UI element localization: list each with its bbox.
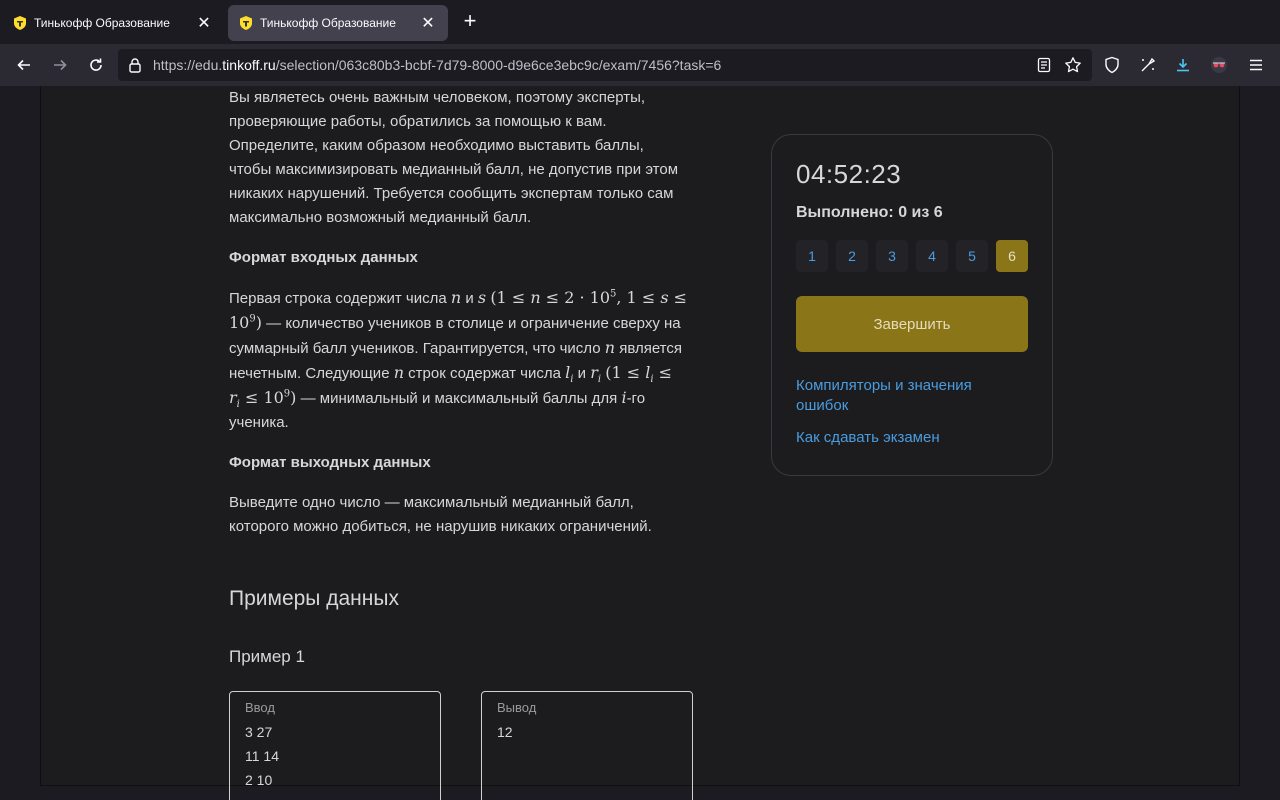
text-line: никаких нарушений. Требуется сообщить эк… bbox=[229, 185, 674, 202]
output-label: Вывод bbox=[497, 700, 537, 715]
page-viewport: Вы являетесь очень важным человеком, поэ… bbox=[0, 86, 1280, 800]
tab-title: Тинькофф Образование bbox=[34, 16, 170, 30]
text-line: Выведите одно число — максимальный медиа… bbox=[229, 494, 634, 511]
input-label: Ввод bbox=[245, 700, 275, 715]
text-line: которого можно добиться, не нарушив ника… bbox=[229, 518, 652, 535]
lock-icon[interactable] bbox=[128, 57, 142, 78]
example-io: Ввод 3 27 11 14 2 10 Вывод 12 bbox=[229, 691, 699, 800]
output-format-heading: Формат выходных данных bbox=[229, 454, 431, 471]
examples-section-title: Примеры данных bbox=[229, 587, 399, 610]
extension-brush-icon[interactable] bbox=[1135, 52, 1161, 78]
forward-icon[interactable] bbox=[47, 52, 73, 78]
task-button-2[interactable]: 2 bbox=[836, 240, 868, 272]
close-icon[interactable]: ✕ bbox=[418, 13, 438, 33]
example-input-box[interactable]: Ввод 3 27 11 14 2 10 bbox=[229, 691, 441, 800]
tinkoff-logo-icon bbox=[12, 15, 28, 31]
timer: 04:52:23 bbox=[796, 159, 902, 189]
input-line: 11 14 bbox=[245, 748, 279, 764]
reload-icon[interactable] bbox=[83, 52, 109, 78]
task-button-3[interactable]: 3 bbox=[876, 240, 908, 272]
exam-content: Вы являетесь очень важным человеком, поэ… bbox=[40, 86, 1240, 800]
menu-icon[interactable] bbox=[1243, 52, 1269, 78]
tab-title: Тинькофф Образование bbox=[260, 16, 396, 30]
input-line: 3 27 bbox=[245, 724, 273, 740]
tinkoff-logo-icon bbox=[238, 15, 254, 31]
finish-button[interactable]: Завершить bbox=[796, 296, 1028, 352]
example-output-box[interactable]: Вывод 12 bbox=[481, 691, 693, 800]
progress-text: Выполнено: 0 из 6 bbox=[796, 204, 943, 221]
browser-tab-active[interactable]: Тинькофф Образование ✕ bbox=[228, 5, 448, 41]
account-avatar-icon[interactable] bbox=[1206, 52, 1232, 78]
output-line: 12 bbox=[497, 724, 513, 740]
nav-bar: https://edu.tinkoff.ru/selection/063c80b… bbox=[0, 44, 1280, 86]
input-line: 2 10 bbox=[245, 772, 273, 788]
task-button-5[interactable]: 5 bbox=[956, 240, 988, 272]
text-line: Вы являетесь очень важным человеком, поэ… bbox=[229, 89, 646, 106]
text-line: проверяющие работы, обратились за помощь… bbox=[229, 113, 607, 130]
download-icon[interactable] bbox=[1170, 52, 1196, 78]
input-format-heading: Формат входных данных bbox=[229, 249, 418, 266]
example-title: Пример 1 bbox=[229, 647, 305, 666]
task-button-1[interactable]: 1 bbox=[796, 240, 828, 272]
task-button-6[interactable]: 6 bbox=[996, 240, 1028, 272]
bookmark-star-icon[interactable] bbox=[1064, 56, 1082, 79]
task-navigation: 1 2 3 4 5 6 bbox=[796, 240, 1028, 272]
how-to-exam-link[interactable]: Как сдавать экзамен bbox=[796, 428, 1028, 448]
url-bar[interactable]: https://edu.tinkoff.ru/selection/063c80b… bbox=[118, 49, 1092, 81]
new-tab-icon[interactable]: + bbox=[458, 10, 482, 34]
browser-tab[interactable]: Тинькофф Образование ✕ bbox=[2, 5, 224, 41]
close-icon[interactable]: ✕ bbox=[194, 13, 214, 33]
tab-bar: Тинькофф Образование ✕ Тинькофф Образова… bbox=[0, 0, 1280, 44]
compilers-link[interactable]: Компиляторы и значения ошибок bbox=[796, 376, 1028, 416]
task-button-4[interactable]: 4 bbox=[916, 240, 948, 272]
shield-icon[interactable] bbox=[1099, 52, 1125, 78]
text-line: максимально возможный медианный балл. bbox=[229, 209, 532, 226]
output-format-text: Выведите одно число — максимальный медиа… bbox=[229, 491, 699, 539]
back-icon[interactable] bbox=[11, 52, 37, 78]
problem-statement: Вы являетесь очень важным человеком, поэ… bbox=[229, 86, 699, 800]
problem-intro: Вы являетесь очень важным человеком, поэ… bbox=[229, 86, 699, 230]
text-line: чтобы максимизировать медианный балл, не… bbox=[229, 161, 679, 178]
reader-view-icon[interactable] bbox=[1036, 57, 1052, 78]
url-text: https://edu.tinkoff.ru/selection/063c80b… bbox=[153, 57, 722, 73]
exam-status-panel: 04:52:23 Выполнено: 0 из 6 1 2 3 4 5 6 З… bbox=[771, 134, 1053, 476]
text-line: Определите, каким образом необходимо выс… bbox=[229, 137, 644, 154]
input-format-text: Первая строка содержит числа n и s (1 ≤ … bbox=[229, 288, 688, 431]
